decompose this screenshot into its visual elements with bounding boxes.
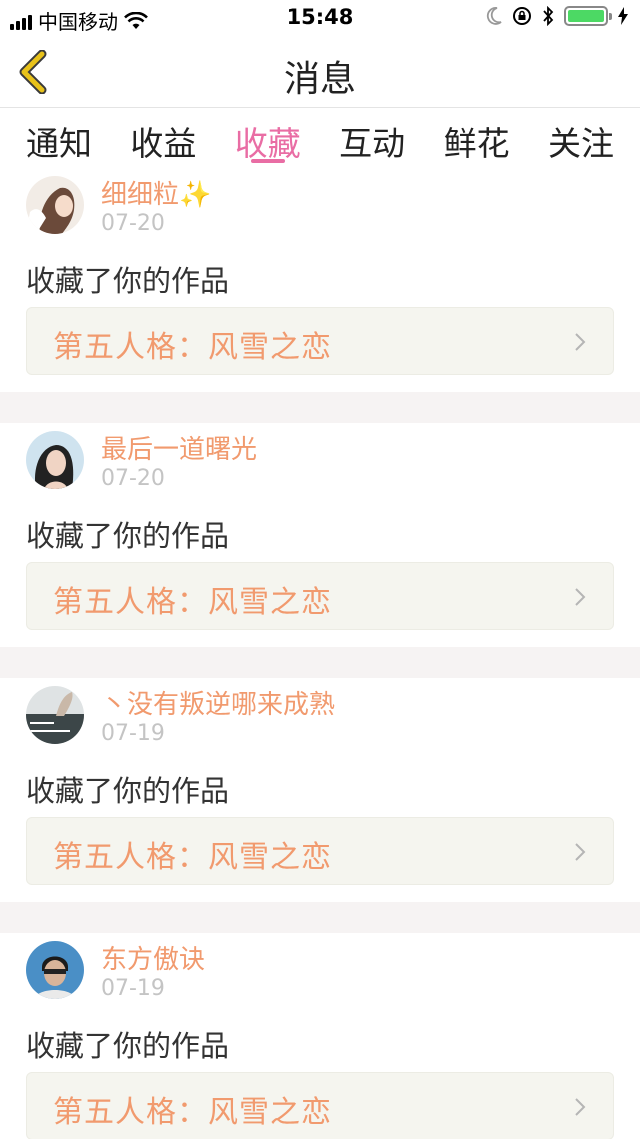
tab-favorites[interactable]: 收藏 (235, 109, 301, 169)
work-link[interactable]: 第五人格：风雪之恋 (26, 562, 614, 630)
divider (0, 647, 640, 678)
username[interactable]: 丶没有叛逆哪来成熟 (101, 684, 335, 721)
category-tabs: 通知 收益 收藏 互动 鲜花 关注 (0, 109, 640, 169)
message-list: 细细粒✨ 07-20 收藏了你的作品 第五人格：风雪之恋 最后一道曙光 07-2… (0, 168, 640, 1139)
work-title: 第五人格：风雪之恋 (53, 585, 332, 620)
navigation-bar: 消息 (0, 36, 640, 108)
list-item: 最后一道曙光 07-20 收藏了你的作品 第五人格：风雪之恋 (0, 423, 640, 647)
avatar[interactable] (26, 941, 84, 999)
chevron-right-icon (575, 588, 586, 606)
active-tab-indicator (250, 159, 285, 163)
list-item: 东方傲诀 07-19 收藏了你的作品 第五人格：风雪之恋 (0, 933, 640, 1139)
username[interactable]: 最后一道曙光 (101, 429, 257, 466)
charging-icon (618, 7, 628, 25)
avatar[interactable] (26, 431, 84, 489)
divider (0, 902, 640, 933)
moon-icon (486, 7, 502, 25)
work-link[interactable]: 第五人格：风雪之恋 (26, 307, 614, 375)
action-text: 收藏了你的作品 (26, 264, 230, 298)
action-text: 收藏了你的作品 (26, 1029, 230, 1063)
list-item: 丶没有叛逆哪来成熟 07-19 收藏了你的作品 第五人格：风雪之恋 (0, 678, 640, 902)
chevron-right-icon (575, 843, 586, 861)
tab-follows[interactable]: 关注 (548, 109, 614, 169)
timestamp: 07-20 (101, 211, 165, 236)
action-text: 收藏了你的作品 (26, 774, 230, 808)
tab-earnings[interactable]: 收益 (130, 109, 196, 169)
username[interactable]: 东方傲诀 (101, 939, 205, 976)
tab-flowers[interactable]: 鲜花 (444, 109, 510, 169)
status-bar: 中国移动 15:48 (0, 0, 640, 36)
chevron-right-icon (575, 1098, 586, 1116)
tab-notifications[interactable]: 通知 (26, 109, 92, 169)
divider (0, 392, 640, 423)
chevron-right-icon (575, 333, 586, 351)
work-title: 第五人格：风雪之恋 (53, 1095, 332, 1130)
work-title: 第五人格：风雪之恋 (53, 840, 332, 875)
timestamp: 07-19 (101, 721, 165, 746)
avatar[interactable] (26, 176, 84, 234)
action-text: 收藏了你的作品 (26, 519, 230, 553)
work-link[interactable]: 第五人格：风雪之恋 (26, 1072, 614, 1139)
avatar[interactable] (26, 686, 84, 744)
rotation-lock-icon (513, 7, 531, 25)
work-link[interactable]: 第五人格：风雪之恋 (26, 817, 614, 885)
tab-favorites-label: 收藏 (234, 124, 301, 163)
timestamp: 07-19 (101, 976, 165, 1001)
username[interactable]: 细细粒✨ (101, 174, 211, 211)
tab-interactions[interactable]: 互动 (339, 109, 405, 169)
page-title: 消息 (283, 59, 356, 100)
timestamp: 07-20 (101, 466, 165, 491)
battery-icon (564, 6, 612, 26)
list-item: 细细粒✨ 07-20 收藏了你的作品 第五人格：风雪之恋 (0, 168, 640, 392)
bluetooth-icon (543, 6, 554, 26)
work-title: 第五人格：风雪之恋 (53, 330, 332, 365)
